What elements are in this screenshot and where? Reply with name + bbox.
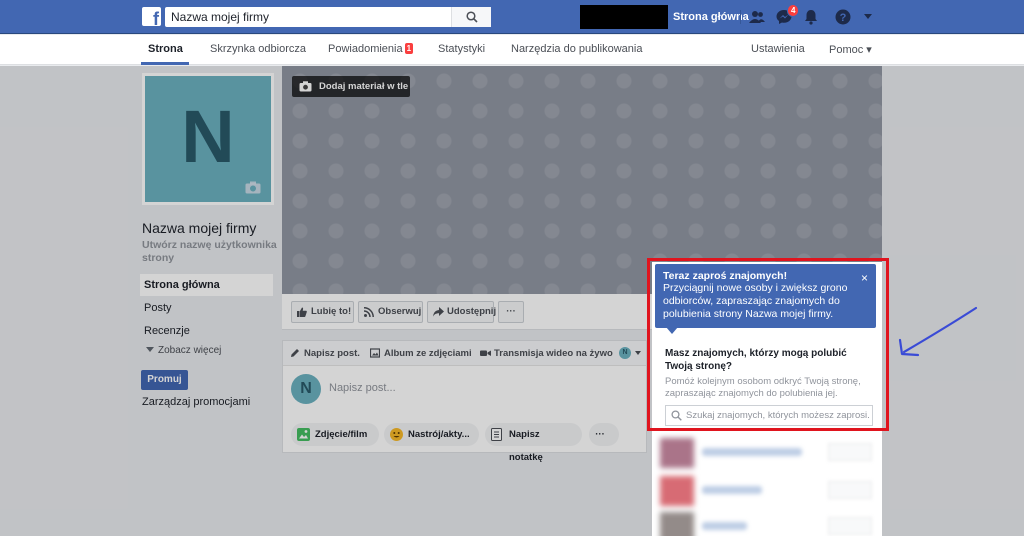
tab-insights[interactable]: Statystyki: [438, 43, 485, 55]
chevron-down-icon[interactable]: [635, 351, 641, 355]
active-tab-indicator: [141, 62, 189, 65]
smiley-icon: [390, 428, 403, 441]
search-icon: [466, 11, 478, 23]
see-more-link[interactable]: Zobacz więcej: [146, 345, 221, 356]
list-fade: [652, 431, 882, 536]
tab-page[interactable]: Strona: [148, 43, 183, 55]
page-navigation-bar: Strona Skrzynka odbiorcza Powiadomienia 1…: [0, 35, 1024, 65]
profile-picture[interactable]: N: [142, 73, 274, 205]
photo-video-label: Zdjęcie/film: [315, 429, 368, 440]
follow-label: Obserwuj: [378, 306, 422, 317]
composer-tab-photo-album[interactable]: Album ze zdjęciami: [370, 348, 472, 359]
annotation-arrow-icon: [898, 306, 978, 357]
like-button[interactable]: Lubię to!: [291, 301, 354, 323]
chevron-down-icon: [146, 347, 154, 352]
sidebar-item-posts[interactable]: Posty: [140, 297, 273, 319]
photo-icon: [297, 428, 310, 441]
friend-requests-icon[interactable]: [748, 8, 766, 26]
svg-text:?: ?: [840, 12, 847, 24]
sidebar-item-home[interactable]: Strona główna: [140, 274, 273, 296]
highlight-box: [647, 258, 889, 431]
search-box: [165, 7, 491, 27]
follow-button[interactable]: Obserwuj: [358, 301, 423, 323]
write-post-label: Napisz post.: [304, 348, 360, 359]
tab-inbox[interactable]: Skrzynka odbiorcza: [210, 43, 306, 55]
write-note-button[interactable]: Napisz notatkę: [485, 423, 582, 463]
tab-publishing-tools[interactable]: Narzędzia do publikowania: [511, 43, 642, 55]
poster-avatar-small[interactable]: N: [619, 347, 631, 359]
camera-icon: [299, 81, 312, 92]
profile-initial: N: [181, 95, 235, 178]
composer-tab-live-video[interactable]: Transmisja wideo na żywo: [480, 348, 613, 359]
photo-album-label: Album ze zdjęciami: [384, 348, 472, 359]
messages-badge: 4: [787, 4, 800, 17]
sidebar-item-reviews[interactable]: Recenzje: [140, 320, 273, 342]
divider: [740, 10, 741, 24]
note-icon: [491, 428, 502, 441]
post-composer: Napisz post. Album ze zdjęciami Transmis…: [282, 340, 647, 463]
post-input[interactable]: Napisz post...: [329, 382, 396, 394]
create-username-link[interactable]: Utwórz nazwę użytkownika strony: [142, 239, 282, 265]
help-menu[interactable]: Pomoc ▾: [829, 43, 872, 56]
account-menu-chevron-icon[interactable]: [864, 14, 872, 20]
notifications-count-badge: 1: [404, 43, 414, 54]
pencil-icon: [291, 349, 299, 357]
manage-promotions-link[interactable]: Zarządzaj promocjami: [142, 396, 250, 408]
feeling-activity-button[interactable]: Nastrój/akty...: [384, 423, 479, 446]
see-more-label: Zobacz więcej: [158, 345, 222, 356]
notifications-bell-icon[interactable]: [802, 8, 820, 26]
composer-more-button[interactable]: ···: [589, 423, 619, 446]
tab-notifications-label: Powiadomienia: [328, 43, 403, 55]
thumbs-up-icon: [297, 307, 307, 317]
search-input[interactable]: [165, 7, 455, 27]
facebook-logo-icon[interactable]: f: [142, 7, 161, 28]
home-link[interactable]: Strona główna: [673, 11, 749, 23]
photo-album-icon: [370, 348, 380, 358]
composer-tabs: Napisz post. Album ze zdjęciami Transmis…: [283, 341, 646, 366]
add-cover-button[interactable]: Dodaj materiał w tle: [292, 76, 410, 97]
composer-tab-write-post[interactable]: Napisz post.: [290, 348, 360, 359]
search-button[interactable]: [451, 7, 491, 27]
share-button[interactable]: Udostępnij: [427, 301, 497, 323]
top-navigation-bar: f Strona główna 4 ?: [0, 0, 1024, 34]
write-note-label: Napisz notatkę: [509, 429, 543, 463]
share-arrow-icon: [433, 307, 444, 317]
tab-notifications[interactable]: Powiadomienia 1: [328, 43, 414, 55]
photo-video-button[interactable]: Zdjęcie/film: [291, 423, 379, 446]
redacted-profile-area: [580, 5, 668, 29]
like-label: Lubię to!: [311, 306, 352, 317]
video-camera-icon: [480, 350, 491, 356]
feeling-activity-label: Nastrój/akty...: [408, 429, 470, 440]
camera-icon[interactable]: [245, 181, 261, 194]
more-actions-button[interactable]: ···: [498, 301, 524, 323]
help-icon[interactable]: ?: [834, 8, 852, 26]
avatar: N: [291, 374, 321, 404]
page-title[interactable]: Nazwa mojej firmy: [142, 220, 256, 236]
add-cover-label: Dodaj materiał w tle: [319, 81, 409, 92]
share-label: Udostępnij: [447, 306, 497, 317]
settings-link[interactable]: Ustawienia: [751, 43, 805, 55]
rss-follow-icon: [364, 307, 374, 317]
promote-button[interactable]: Promuj: [141, 370, 188, 390]
live-video-label: Transmisja wideo na żywo: [494, 348, 613, 359]
